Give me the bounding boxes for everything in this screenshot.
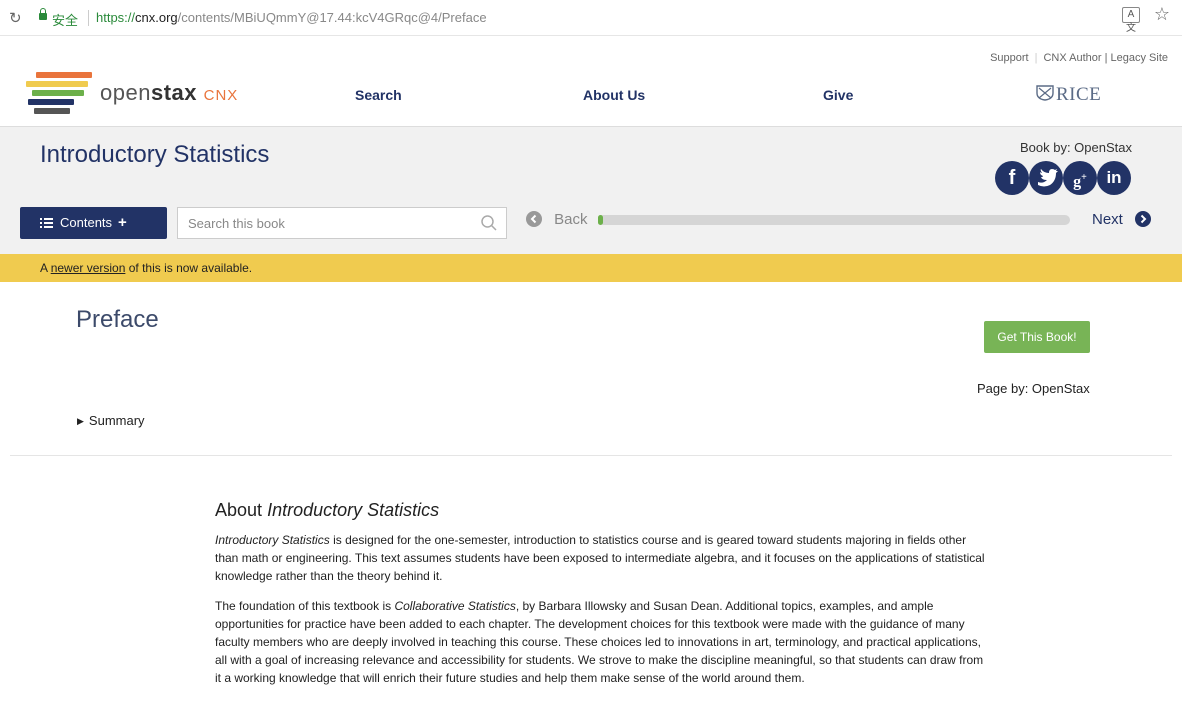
page-by-label: Page by: OpenStax [977, 381, 1090, 396]
next-label: Next [1092, 211, 1123, 228]
paragraph-2-emphasis: Collaborative Statistics [394, 599, 516, 613]
browser-address-bar: ↻ 安全 https://cnx.org/contents/MBiUQmmY@1… [0, 0, 1182, 36]
facebook-icon[interactable]: f [995, 161, 1029, 195]
reload-icon[interactable]: ↻ [9, 9, 22, 27]
google-plus-icon[interactable]: g+ [1063, 161, 1097, 195]
url-text[interactable]: https://cnx.org/contents/MBiUQmmY@17.44:… [96, 10, 487, 25]
chevron-right-icon [1135, 211, 1152, 227]
logo-text-light: open [100, 80, 151, 105]
summary-toggle[interactable]: ▶ Summary [77, 413, 145, 428]
logo-bar-orange [36, 72, 92, 78]
rice-logo[interactable]: RICE [1036, 84, 1101, 106]
search-icon[interactable] [480, 214, 498, 232]
divider [10, 455, 1172, 456]
logo-bar-gray [34, 108, 70, 114]
book-progress-bar [598, 215, 1070, 225]
bookmark-star-icon[interactable]: ☆ [1154, 4, 1170, 25]
book-toolbar: Introductory Statistics Book by: OpenSta… [0, 126, 1182, 254]
linkedin-icon[interactable]: in [1097, 161, 1131, 195]
nav-about-us[interactable]: About Us [583, 87, 645, 103]
book-by-label: Book by: OpenStax [1019, 140, 1132, 155]
twitter-icon[interactable] [1029, 161, 1063, 195]
contents-label: Contents [60, 215, 113, 230]
list-icon [40, 218, 53, 228]
book-title: Introductory Statistics [40, 141, 270, 168]
url-scheme: https:// [96, 10, 136, 25]
secure-label: 安全 [52, 13, 79, 28]
logo-bar-navy [28, 99, 74, 105]
lock-icon [39, 8, 47, 21]
nav-search[interactable]: Search [355, 87, 402, 103]
newer-version-link[interactable]: newer version [51, 261, 126, 275]
url-separator [88, 10, 89, 26]
back-label: Back [554, 211, 588, 228]
back-button[interactable]: Back [526, 211, 588, 228]
get-this-book-button[interactable]: Get This Book! [984, 321, 1090, 353]
logo-suffix: CNX [203, 87, 239, 104]
rice-label: RICE [1056, 84, 1102, 105]
section-heading: About Introductory Statistics [215, 500, 985, 521]
utility-separator: | [1034, 52, 1038, 64]
support-link[interactable]: Support [990, 52, 1029, 64]
next-button[interactable]: Next [1092, 211, 1152, 228]
notice-prefix: A [40, 261, 48, 275]
logo-wordmark: openstax CNX [100, 80, 238, 106]
utility-links: Support | CNX Author | Legacy Site [990, 52, 1168, 64]
rice-owl-shield-icon [1036, 85, 1054, 101]
nav-give[interactable]: Give [823, 87, 853, 103]
heading-emphasis: Introductory Statistics [267, 500, 440, 520]
plus-icon: + [118, 214, 127, 231]
paragraph-2-prefix: The foundation of this textbook is [215, 599, 392, 613]
translate-icon[interactable]: A文 [1122, 7, 1140, 34]
page-title: Preface [76, 306, 159, 333]
logo-bar-yellow [26, 81, 88, 87]
book-progress-fill [598, 215, 603, 225]
heading-prefix: About [215, 500, 263, 520]
notice-suffix: of this is now available. [128, 261, 253, 275]
url-host: cnx.org [135, 10, 178, 25]
openstax-cnx-logo[interactable]: openstax CNX [22, 70, 262, 114]
chevron-left-icon [526, 211, 542, 227]
paragraph-2: The foundation of this textbook is Colla… [215, 597, 985, 687]
triangle-right-icon: ▶ [77, 416, 84, 426]
paragraph-1-text: is designed for the one-semester, introd… [215, 533, 985, 583]
paragraph-1-emphasis: Introductory Statistics [215, 533, 330, 547]
url-path: /contents/MBiUQmmY@17.44:kcV4GRqc@4/Pref… [177, 10, 487, 25]
contents-button[interactable]: Contents + [20, 207, 167, 239]
book-search-input[interactable] [178, 208, 468, 238]
cnx-author-link[interactable]: CNX Author | Legacy Site [1043, 52, 1168, 64]
logo-bar-green [32, 90, 84, 96]
url-box[interactable]: 安全 https://cnx.org/contents/MBiUQmmY@17.… [26, 5, 1164, 31]
newer-version-notice: A newer version of this is now available… [0, 254, 1182, 282]
summary-label: Summary [88, 413, 145, 428]
preface-content: About Introductory Statistics Introducto… [215, 500, 985, 699]
logo-text-bold: stax [150, 80, 197, 105]
book-search [177, 207, 507, 239]
paragraph-1: Introductory Statistics is designed for … [215, 531, 985, 585]
